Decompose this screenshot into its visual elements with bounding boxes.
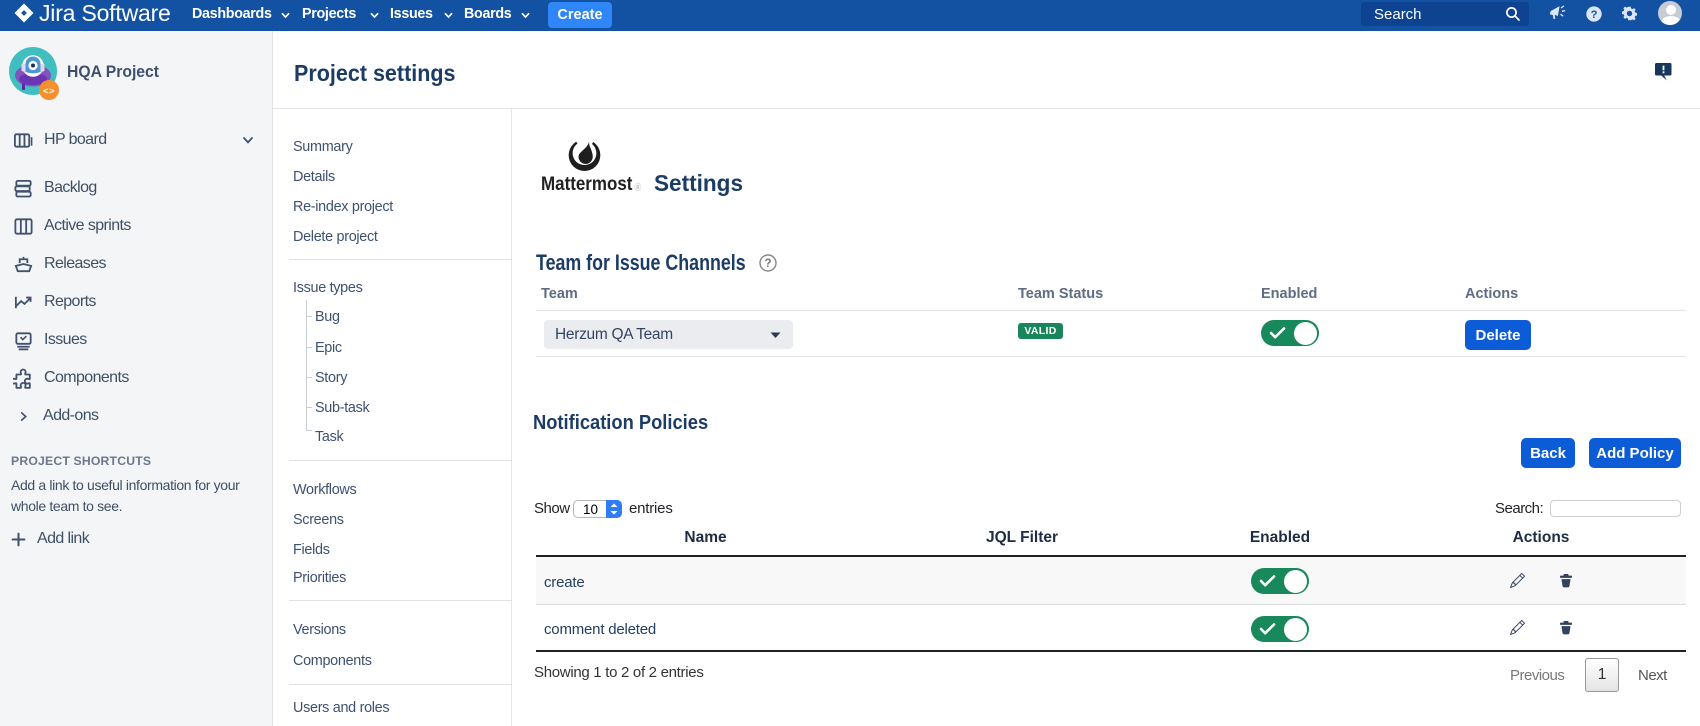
svg-text:?: ? (1591, 9, 1598, 21)
svg-text:<>: <> (43, 86, 55, 97)
svg-text:?: ? (764, 258, 771, 270)
